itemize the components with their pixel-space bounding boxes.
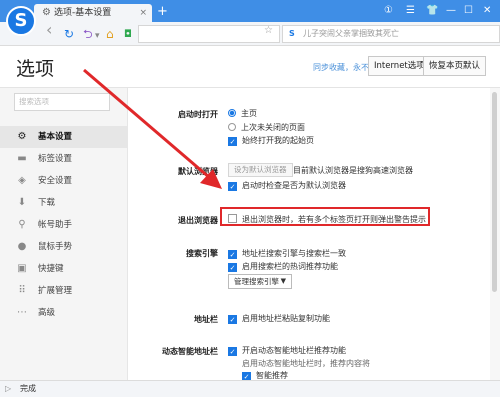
menu-icon[interactable]: ☰ (406, 4, 415, 18)
restore-defaults-button[interactable]: 恢复本页默认 (423, 56, 487, 76)
radio[interactable] (228, 123, 236, 131)
tab-title: 选项-基本设置 (53, 8, 112, 18)
sidebar-item-basic[interactable]: ⚙ 基本设置 (0, 126, 128, 148)
sidebar-item-label: 高级 (38, 308, 56, 318)
address-bar[interactable] (138, 25, 280, 43)
checkbox-checked[interactable]: ✓ (228, 263, 237, 272)
tab-close-icon[interactable]: × (139, 4, 147, 22)
smart-address-option[interactable]: ✓ 开启动态智能地址栏推荐功能 (228, 345, 346, 356)
status-bar: ▷ 完成 (0, 380, 500, 397)
sogou-logo[interactable]: S (6, 6, 36, 36)
maximize-button[interactable]: ☐ (464, 4, 473, 18)
search-engine-icon: S (289, 29, 295, 38)
sidebar-item-label: 标签设置 (38, 154, 73, 164)
startup-option-start-page[interactable]: ✓ 始终打开我的起始页 (228, 135, 314, 146)
checkbox-checked[interactable]: ✓ (242, 372, 251, 380)
highlight-box (220, 207, 430, 226)
undo-button[interactable]: ⮌ (83, 27, 93, 41)
search-placeholder: 儿子突闹父亲掌掴致其死亡 (303, 29, 399, 38)
download-icon: ⬇ (17, 197, 27, 208)
mouse-icon: ● (17, 241, 27, 252)
key-icon: ⚲ (18, 219, 26, 230)
shield-icon: ◘ (124, 29, 132, 40)
address-bar-label: 地址栏 (194, 315, 218, 324)
extensions-icon: ⠿ (18, 285, 26, 296)
sidebar-item-tabs[interactable]: ▬ 标签设置 (0, 148, 128, 170)
manage-search-engine-select[interactable]: 管理搜索引擎 ▼ (228, 274, 292, 289)
checkbox-checked[interactable]: ✓ (228, 347, 237, 356)
status-text: 完成 (20, 384, 36, 393)
sidebar-item-label: 快捷键 (38, 264, 64, 274)
minimize-button[interactable]: — (446, 4, 456, 18)
page-header: 选项 同步收藏，永不丢失 Internet选项 恢复本页默认 (0, 46, 500, 88)
set-default-button[interactable]: 设为默认浏览器 (228, 163, 293, 177)
sidebar-item-advanced[interactable]: ⋯ 高级 (0, 302, 128, 324)
scrollbar-thumb[interactable] (492, 92, 497, 292)
sync-search-option[interactable]: ✓ 地址栏搜索引擎与搜索栏一致 (228, 248, 346, 259)
sidebar-item-mouse-gesture[interactable]: ● 鼠标手势 (0, 236, 128, 258)
smart-address-label: 动态智能地址栏 (162, 347, 218, 356)
search-engine-label: 搜索引擎 (186, 249, 218, 258)
new-tab-button[interactable]: + (157, 5, 168, 19)
close-window-button[interactable]: ✕ (483, 4, 491, 18)
default-browser-status: 目前默认浏览器是搜狗高速浏览器 (293, 166, 413, 175)
startup-option-last-session[interactable]: 上次未关闭的页面 (228, 122, 305, 133)
sidebar-item-download[interactable]: ⬇ 下载 (0, 192, 128, 214)
search-input[interactable]: S 儿子突闹父亲掌掴致其死亡 (282, 25, 500, 43)
shield-icon: ◈ (18, 175, 26, 186)
startup-option-home[interactable]: 主页 (228, 108, 257, 119)
more-icon: ⋯ (17, 307, 27, 318)
back-button[interactable]: ‹ (46, 22, 52, 38)
favorite-star-icon[interactable]: ☆ (264, 25, 273, 36)
checkbox-checked[interactable]: ✓ (228, 137, 237, 146)
radio-selected[interactable] (228, 109, 236, 117)
checkbox-checked[interactable]: ✓ (228, 182, 237, 191)
sidebar-item-label: 下载 (38, 198, 56, 208)
sidebar-item-label: 安全设置 (38, 176, 73, 186)
check-default-option[interactable]: ✓ 启动时检查是否为默认浏览器 (228, 180, 346, 191)
home-button[interactable]: ⌂ (106, 27, 114, 41)
sidebar-item-shortcuts[interactable]: ▣ 快捷键 (0, 258, 128, 280)
play-icon: ▷ (5, 384, 12, 393)
sidebar-item-extensions[interactable]: ⠿ 扩展管理 (0, 280, 128, 302)
paste-copy-option[interactable]: ✓ 启用地址栏粘贴复制功能 (228, 313, 330, 324)
scrollbar[interactable] (490, 88, 500, 380)
sidebar-search-input[interactable]: 搜索选项 (14, 93, 110, 111)
sidebar-item-label: 扩展管理 (38, 286, 73, 296)
chevron-down-icon: ▼ (280, 277, 286, 285)
gear-icon: ⚙ (17, 131, 27, 142)
sidebar-item-label: 鼠标手势 (38, 242, 73, 252)
undo-dropdown-icon[interactable]: ▾ (95, 29, 100, 43)
skin-icon[interactable]: 👕 (426, 4, 438, 18)
smart-address-subtext: 启用动态智能地址栏时，推荐内容将 (242, 359, 370, 368)
settings-content: 启动时打开 主页 上次未关闭的页面 ✓ 始终打开我的起始页 默认浏览器 设为默认浏… (128, 88, 490, 380)
sidebar: 搜索选项 ⚙ 基本设置 ▬ 标签设置 ◈ 安全设置 ⬇ 下载 ⚲ 帐号助手 ● 鼠标手势 ▣… (0, 88, 128, 380)
badge-icon[interactable]: ① (384, 4, 393, 18)
sidebar-item-label: 帐号助手 (38, 220, 73, 230)
exit-browser-label: 退出浏览器 (178, 216, 218, 225)
checkbox-checked[interactable]: ✓ (228, 315, 237, 324)
tabs-icon: ▬ (17, 153, 27, 164)
internet-options-button[interactable]: Internet选项 (368, 56, 431, 76)
sidebar-item-account[interactable]: ⚲ 帐号助手 (0, 214, 128, 236)
page-title: 选项 (16, 58, 55, 80)
refresh-button[interactable]: ↻ (64, 27, 74, 41)
default-browser-label: 默认浏览器 (178, 167, 218, 176)
sidebar-item-label: 基本设置 (38, 132, 73, 142)
startup-label: 启动时打开 (178, 110, 218, 119)
smart-recommend-option[interactable]: ✓ 智能推荐 (242, 370, 288, 380)
sidebar-item-security[interactable]: ◈ 安全设置 (0, 170, 128, 192)
checkbox-checked[interactable]: ✓ (228, 250, 237, 259)
hot-search-option[interactable]: ✓ 启用搜索栏的热词推荐功能 (228, 261, 338, 272)
keyboard-icon: ▣ (17, 263, 27, 274)
